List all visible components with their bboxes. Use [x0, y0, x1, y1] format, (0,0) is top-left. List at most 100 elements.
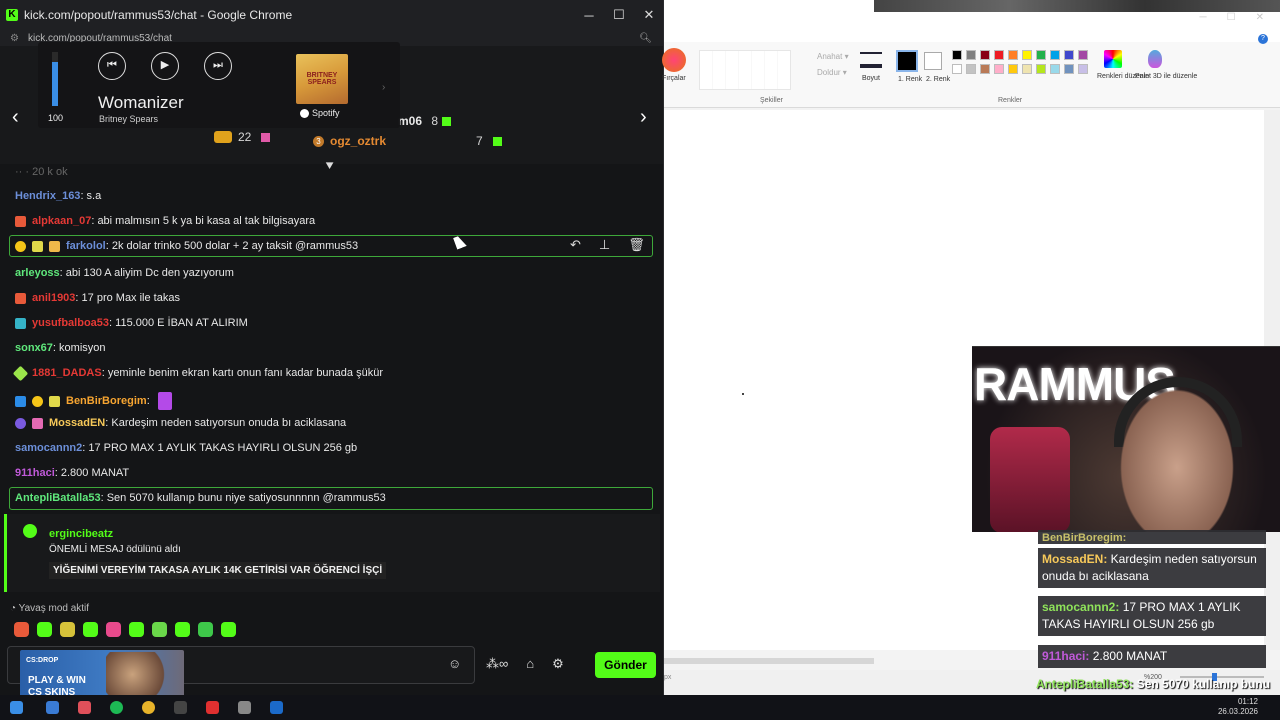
youtube-taskbar-icon[interactable]	[206, 701, 219, 714]
color-swatch[interactable]	[980, 50, 990, 60]
help-icon[interactable]: ?	[1258, 34, 1268, 44]
color-swatch[interactable]	[1008, 50, 1018, 60]
kick-points-icon[interactable]: ⁂∞	[486, 656, 508, 672]
message-user[interactable]: sonx67	[15, 342, 53, 354]
color-swatch[interactable]	[1008, 64, 1018, 74]
chat-message[interactable]: 911haci: 2.800 MANAT	[15, 467, 129, 479]
previous-track-button[interactable]: ⏮	[98, 52, 126, 80]
app-icon[interactable]	[46, 701, 59, 714]
chat-message[interactable]: anil1903: 17 pro Max ile takas	[15, 292, 180, 304]
app-icon[interactable]	[78, 701, 91, 714]
message-user[interactable]: 1881_DADAS	[32, 367, 102, 379]
widget-next-icon[interactable]: ›	[382, 82, 385, 93]
color-swatch[interactable]	[966, 64, 976, 74]
message-user[interactable]: samocannn2	[15, 442, 82, 454]
send-button[interactable]: Gönder	[595, 652, 656, 678]
reply-icon[interactable]: ↶	[570, 237, 581, 253]
pin-icon[interactable]: ⊥	[599, 237, 610, 253]
color-swatch[interactable]	[1050, 50, 1060, 60]
next-track-button[interactable]: ⏭	[204, 52, 232, 80]
color-swatch[interactable]	[1050, 64, 1060, 74]
message-user[interactable]: 911haci	[15, 467, 55, 479]
color-swatch[interactable]	[966, 50, 976, 60]
app-icon[interactable]	[174, 701, 187, 714]
color-swatch[interactable]	[994, 64, 1004, 74]
chat-message[interactable]: yusufbalboa53: 115.000 E İBAN AT ALIRIM	[15, 317, 248, 329]
color-swatch[interactable]	[1036, 50, 1046, 60]
message-user[interactable]: AntepliBatalla53	[15, 492, 101, 504]
horizontal-scrollbar[interactable]	[664, 658, 874, 664]
outline-dropdown[interactable]: Anahat ▾	[817, 52, 849, 61]
chevron-left-icon[interactable]: ‹	[12, 106, 19, 129]
color-swatch[interactable]	[1064, 50, 1074, 60]
message-user[interactable]: anil1903	[32, 292, 75, 304]
paint3d-icon[interactable]	[1148, 50, 1162, 68]
color-swatch[interactable]	[1078, 50, 1088, 60]
system-clock[interactable]: 01:12 26.03.2026	[1218, 697, 1258, 717]
emote-button[interactable]	[37, 622, 52, 637]
message-user[interactable]: MossadEN	[49, 417, 105, 429]
close-button[interactable]: ✕	[1256, 12, 1264, 23]
fill-dropdown[interactable]: Doldur ▾	[817, 68, 847, 77]
minimize-button[interactable]: ─	[1200, 12, 1207, 23]
window-titlebar[interactable]: K kick.com/popout/rammus53/chat - Google…	[0, 0, 663, 30]
chat-message[interactable]: Hendrix_163: s.a	[15, 190, 101, 202]
redeem-user[interactable]: ergincibeatz	[49, 528, 113, 540]
chat-message[interactable]: alpkaan_07: abi malmısın 5 k ya bi kasa …	[15, 215, 315, 227]
volume-bar[interactable]	[52, 52, 58, 106]
emote-button[interactable]	[83, 622, 98, 637]
color-swatch[interactable]	[1078, 64, 1088, 74]
color2-swatch[interactable]	[924, 52, 942, 70]
minimize-button[interactable]: ─	[574, 8, 604, 23]
close-button[interactable]: ✕	[634, 7, 663, 23]
color-swatch[interactable]	[1036, 64, 1046, 74]
store-icon[interactable]: ⌂	[526, 656, 534, 672]
chevron-right-icon[interactable]: ›	[640, 106, 647, 129]
brushes-icon[interactable]	[662, 48, 686, 72]
message-user[interactable]: BenBirBoregim	[66, 395, 147, 407]
maximize-button[interactable]: ☐	[604, 7, 634, 23]
chat-message-hovered[interactable]: farkolol: 2k dolar trinko 500 dolar + 2 …	[15, 240, 358, 252]
size-icon[interactable]	[860, 52, 882, 68]
color-swatch[interactable]	[1064, 64, 1074, 74]
chat-message[interactable]: BenBirBoregim:	[15, 392, 178, 410]
chat-message[interactable]: MossadEN: Kardeşim neden satıyorsun onud…	[15, 417, 346, 429]
color-swatch[interactable]	[952, 50, 962, 60]
color1-swatch[interactable]	[896, 50, 918, 72]
color-swatch[interactable]	[1022, 50, 1032, 60]
advertisement-banner[interactable]: CS:DROP PLAY & WIN CS SKINS	[20, 650, 184, 695]
emote-button[interactable]	[175, 622, 190, 637]
message-user[interactable]: yusufbalboa53	[32, 317, 109, 329]
app-icon[interactable]	[238, 701, 251, 714]
zoom-icon[interactable]: 🔍︎	[639, 33, 652, 44]
color-swatch[interactable]	[1022, 64, 1032, 74]
chat-message[interactable]: sonx67: komisyon	[15, 342, 106, 354]
color-swatch[interactable]	[980, 64, 990, 74]
emote-button[interactable]	[221, 622, 236, 637]
play-button[interactable]: ▶	[151, 52, 179, 80]
maximize-button[interactable]: ☐	[1227, 12, 1236, 23]
emote-button[interactable]	[60, 622, 75, 637]
emoji-icon[interactable]: ☺	[448, 656, 461, 671]
spotify-taskbar-icon[interactable]	[110, 701, 123, 714]
chat-message[interactable]: 1881_DADAS: yeminle benim ekran kartı on…	[12, 365, 383, 381]
chat-message-mention[interactable]: AntepliBatalla53: Sen 5070 kullanıp bunu…	[15, 492, 386, 504]
leaderboard-user[interactable]: ogz_oztrk	[330, 134, 386, 148]
emote-button[interactable]	[106, 622, 121, 637]
delete-icon[interactable]: 🗑︎	[628, 237, 645, 253]
chat-message[interactable]: samocannn2: 17 PRO MAX 1 AYLIK TAKAS HAY…	[15, 442, 357, 454]
chat-message[interactable]: arleyoss: abi 130 A aliyim Dc den yazıyo…	[15, 267, 234, 279]
emote-button[interactable]	[152, 622, 167, 637]
emote-button[interactable]	[198, 622, 213, 637]
message-user[interactable]: arleyoss	[15, 267, 60, 279]
emote-button[interactable]	[129, 622, 144, 637]
emote-button[interactable]	[14, 622, 29, 637]
chrome-taskbar-icon[interactable]	[142, 701, 155, 714]
message-user[interactable]: alpkaan_07	[32, 215, 91, 227]
edit-colors-icon[interactable]	[1104, 50, 1122, 68]
color-swatch[interactable]	[952, 64, 962, 74]
color-swatch[interactable]	[994, 50, 1004, 60]
shapes-gallery[interactable]	[699, 50, 791, 90]
start-icon[interactable]	[10, 701, 23, 714]
site-settings-icon[interactable]: ⚙	[10, 33, 19, 44]
